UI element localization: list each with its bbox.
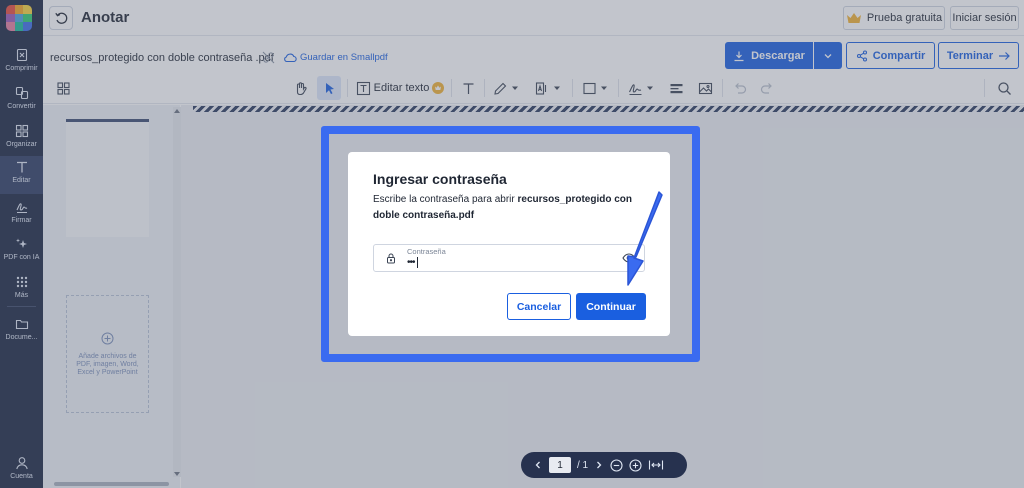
lock-icon bbox=[387, 253, 395, 264]
page-total: / 1 bbox=[577, 459, 589, 471]
password-dialog: Ingresar contraseña Escribe la contraseñ… bbox=[348, 152, 670, 336]
app-window: Comprimir Convertir Organizar Editar Fir… bbox=[0, 0, 1024, 488]
zoom-out-icon[interactable] bbox=[610, 458, 623, 472]
eye-icon[interactable] bbox=[622, 253, 636, 263]
continue-button[interactable]: Continuar bbox=[576, 293, 646, 320]
password-label: Contraseña bbox=[407, 247, 446, 256]
fit-width-icon[interactable] bbox=[648, 459, 664, 471]
chevron-left-icon[interactable] bbox=[533, 460, 543, 470]
zoom-in-icon[interactable] bbox=[629, 458, 642, 472]
chevron-right-icon[interactable] bbox=[594, 460, 604, 470]
dialog-description: Escribe la contraseña para abrir recurso… bbox=[373, 192, 648, 224]
dialog-title: Ingresar contraseña bbox=[373, 171, 507, 187]
page-navigator: 1 / 1 bbox=[521, 452, 687, 478]
password-input-value[interactable]: ••• bbox=[407, 257, 418, 268]
password-dots: ••• bbox=[407, 257, 415, 269]
page-number-input[interactable]: 1 bbox=[549, 457, 571, 473]
cancel-button[interactable]: Cancelar bbox=[507, 293, 571, 320]
text-caret bbox=[416, 257, 418, 268]
password-field[interactable]: Contraseña ••• bbox=[373, 244, 645, 272]
description-text: Escribe la contraseña para abrir bbox=[373, 194, 518, 205]
